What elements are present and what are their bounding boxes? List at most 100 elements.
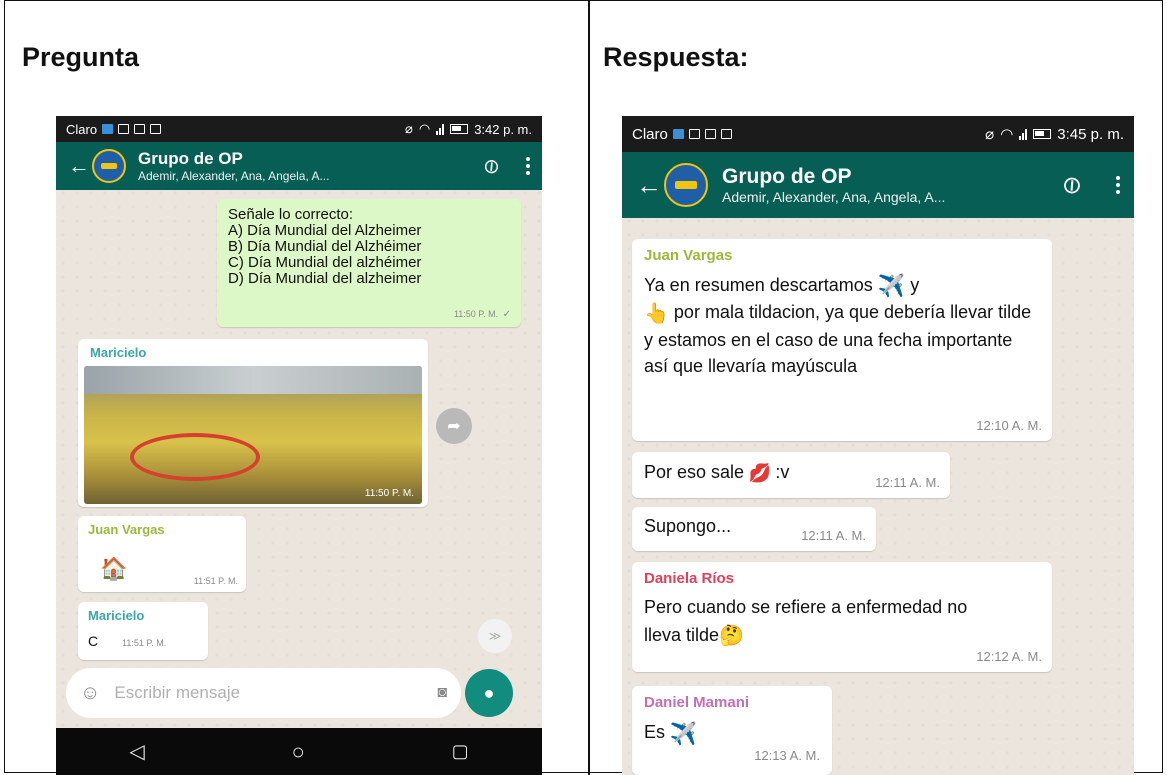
message-sender: Juan Vargas: [644, 247, 733, 264]
message-text-end: :v: [775, 462, 790, 482]
message-time: 12:13 A. M.: [754, 748, 820, 763]
nav-back-icon[interactable]: ◁: [129, 739, 144, 764]
left-chat-header: ← Grupo de OP Ademir, Alexander, Ana, An…: [56, 142, 542, 190]
message-sender: Maricielo: [90, 345, 147, 360]
message-time: 12:10 A. M.: [976, 418, 1042, 433]
wifi-icon: ◠: [418, 121, 431, 136]
forward-button[interactable]: ➦: [436, 408, 472, 444]
message-text-end: y: [910, 275, 920, 295]
message-text: Por eso sale: [644, 462, 745, 482]
mic-button[interactable]: ●: [465, 669, 513, 717]
status-time: 3:45 p. m.: [1057, 125, 1124, 143]
message-input[interactable]: Escribir mensaje: [114, 683, 437, 703]
photo-overlay: [84, 366, 422, 394]
android-nav-bar: ◁ ○ ▢: [56, 728, 542, 775]
battery-icon: [450, 124, 469, 134]
notification-icon: [688, 129, 700, 139]
message-answer[interactable]: Maricielo C 11:51 P. M.: [78, 602, 208, 660]
back-arrow-icon[interactable]: ←: [636, 170, 662, 201]
group-title: Grupo de OP: [722, 165, 852, 188]
group-members: Ademir, Alexander, Ana, Angela, A...: [722, 189, 946, 205]
heading-pregunta: Pregunta: [22, 42, 140, 72]
thinking-face-emoji: 🤔: [719, 625, 744, 648]
message-text: Señale lo correcto: A) Día Mundial del A…: [228, 206, 422, 287]
left-phone-screenshot: Claro ⌀ ◠ 3:42 p. m. ← Grupo de OP Ademi…: [56, 116, 542, 775]
vibrate-icon: ⌀: [405, 121, 413, 136]
carrier-label: Claro: [632, 125, 668, 143]
message-body: Ya en resumen descartamos ✈️ y 👆 por mal…: [644, 272, 1040, 379]
gallery-icon: [134, 124, 146, 134]
group-title: Grupo de OP: [138, 149, 243, 168]
message-text: Pero cuando se refiere a enfermedad no l…: [644, 597, 968, 645]
carrier-label: Claro: [66, 121, 98, 137]
airplane-emoji: ✈️: [669, 721, 697, 746]
heading-respuesta: Respuesta:: [603, 42, 749, 72]
message-daniela-rios[interactable]: Daniela Ríos Pero cuando se refiere a en…: [632, 562, 1052, 672]
group-info[interactable]: Grupo de OP Ademir, Alexander, Ana, Ange…: [138, 149, 473, 183]
wifi-icon: ◠: [1000, 126, 1014, 143]
message-time: 12:12 A. M.: [976, 649, 1042, 664]
column-divider: [588, 0, 590, 775]
message-text: C: [88, 633, 99, 649]
message-time: 11:50 P. M.: [453, 309, 499, 319]
signal-icon: [1019, 128, 1028, 140]
status-time: 3:42 p. m.: [474, 121, 532, 137]
download-icon: [150, 124, 162, 134]
notification-icon: [118, 124, 130, 134]
kiss-lips-emoji: 💋: [748, 463, 771, 484]
battery-icon: [1033, 129, 1052, 139]
app-notification-icon: [102, 124, 114, 134]
app-notification-icon: [672, 129, 684, 139]
menu-icon[interactable]: [526, 157, 530, 175]
message-image[interactable]: Maricielo 11:50 P. M.: [78, 339, 428, 507]
house-emoji: 🏠: [100, 556, 128, 581]
right-chat-header: ← Grupo de OP Ademir, Alexander, Ana, An…: [622, 152, 1134, 218]
message-time: 12:11 A. M.: [801, 528, 866, 543]
message-time: 11:51 P. M.: [122, 638, 167, 648]
message-sender: Daniela Ríos: [644, 570, 735, 587]
nav-home-icon[interactable]: ○: [292, 739, 305, 765]
vibrate-icon: ⌀: [985, 126, 995, 143]
group-avatar[interactable]: [92, 149, 126, 183]
right-status-bar: Claro ⌀ ◠ 3:45 p. m.: [622, 116, 1134, 152]
message-text-continued: por mala tildacion, ya que debería lleva…: [644, 302, 1032, 376]
image-time: 11:50 P. M.: [364, 488, 414, 499]
emoji-icon[interactable]: ☺: [80, 682, 100, 705]
gallery-icon: [704, 129, 716, 139]
pointing-up-emoji: 👆: [644, 302, 669, 325]
nav-recents-icon[interactable]: ▢: [452, 741, 469, 762]
right-phone-screenshot: Claro ⌀ ◠ 3:45 p. m. ← Grupo de OP Ademi…: [622, 116, 1134, 775]
message-question[interactable]: Señale lo correcto: A) Día Mundial del A…: [217, 199, 521, 327]
group-info[interactable]: Grupo de OP Ademir, Alexander, Ana, Ange…: [722, 165, 1048, 205]
attach-icon[interactable]: ⊘: [1055, 167, 1089, 202]
airplane-emoji: ✈️: [877, 273, 906, 299]
menu-icon[interactable]: [1116, 176, 1120, 194]
download-icon: [720, 129, 732, 139]
red-circle-mark: [130, 433, 260, 481]
attach-icon[interactable]: ⊘: [477, 151, 506, 181]
message-por-eso-sale[interactable]: Por eso sale 💋 :v 12:11 A. M.: [632, 452, 950, 498]
back-arrow-icon[interactable]: ←: [68, 153, 90, 179]
left-status-bar: Claro ⌀ ◠ 3:42 p. m.: [56, 116, 542, 142]
message-sender: Daniel Mamani: [644, 694, 750, 711]
message-text: Es: [644, 722, 666, 743]
message-input-bar[interactable]: ☺ Escribir mensaje ◙: [66, 668, 461, 718]
message-time: 11:51 P. M.: [193, 576, 238, 586]
message-juan-vargas[interactable]: Juan Vargas Ya en resumen descartamos ✈️…: [632, 239, 1052, 441]
message-text: Ya en resumen descartamos: [644, 275, 873, 295]
message-time: 12:11 A. M.: [875, 475, 940, 490]
message-daniel-mamani[interactable]: Daniel Mamani Es ✈️ 12:13 A. M.: [632, 686, 832, 775]
signal-icon: [436, 123, 445, 135]
message-emoji[interactable]: Juan Vargas 🏠 11:51 P. M.: [78, 516, 246, 592]
scroll-down-button[interactable]: ≫: [478, 619, 512, 653]
message-sender: Juan Vargas: [88, 522, 165, 537]
message-supongo[interactable]: Supongo... 12:11 A. M.: [632, 507, 876, 551]
group-avatar[interactable]: [664, 163, 708, 207]
check-icon: ✓: [502, 309, 511, 320]
blurred-photo[interactable]: 11:50 P. M.: [84, 366, 422, 504]
group-members: Ademir, Alexander, Ana, Angela, A...: [138, 169, 330, 183]
camera-icon[interactable]: ◙: [437, 684, 447, 702]
message-body: Pero cuando se refiere a enfermedad no l…: [644, 593, 1004, 650]
message-sender: Maricielo: [88, 608, 145, 623]
message-text: Supongo...: [644, 516, 732, 536]
